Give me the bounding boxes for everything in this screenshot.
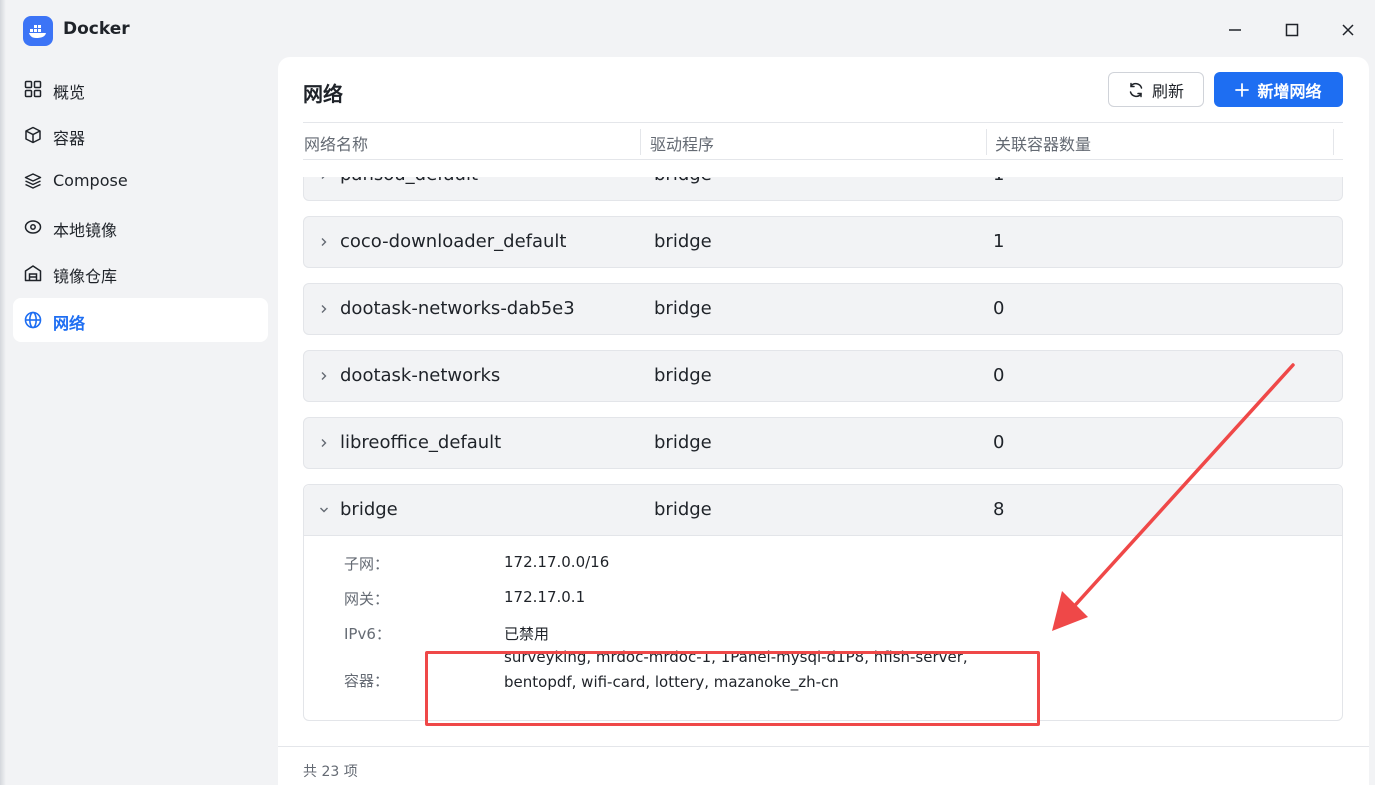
title-bar: Docker <box>0 0 1375 60</box>
network-container-count: 1 <box>993 231 1005 252</box>
sidebar-item-label: 容器 <box>53 129 86 148</box>
chevron-right-icon <box>316 234 332 250</box>
network-driver: bridge <box>654 231 712 252</box>
table-header: 网络名称 驱动程序 关联容器数量 <box>303 122 1343 160</box>
app-window: Docker 概览 容器 Compose 本地镜像 镜像仓库 网络 网络 刷新 … <box>0 0 1375 785</box>
network-driver: bridge <box>654 298 712 319</box>
close-button[interactable] <box>1336 18 1360 42</box>
network-name: dootask-networks-dab5e3 <box>340 298 575 319</box>
column-resize-handle[interactable] <box>986 129 987 155</box>
table-row[interactable]: dootask-networks-dab5e3 bridge 0 <box>303 283 1343 335</box>
sidebar-item-label: 概览 <box>53 83 86 102</box>
table-row[interactable]: dootask-networks bridge 0 <box>303 350 1343 402</box>
network-list: pansou_default bridge 1 coco-downloader_… <box>303 177 1343 722</box>
table-row[interactable]: pansou_default bridge 1 <box>303 177 1343 201</box>
refresh-button[interactable]: 刷新 <box>1108 72 1204 107</box>
network-container-count: 0 <box>993 298 1005 319</box>
ipv6-value: 已禁用 <box>504 625 550 643</box>
layers-icon <box>24 172 42 190</box>
subnet-value: 172.17.0.0/16 <box>504 553 610 571</box>
network-name: coco-downloader_default <box>340 231 567 252</box>
network-name: dootask-networks <box>340 365 501 386</box>
column-resize-handle[interactable] <box>640 129 641 155</box>
main-panel: 网络 刷新 新增网络 网络名称 驱动程序 关联容器数量 pansou_defau… <box>278 57 1369 785</box>
network-driver: bridge <box>654 499 712 520</box>
table-row[interactable]: coco-downloader_default bridge 1 <box>303 216 1343 268</box>
footer-divider <box>278 746 1369 747</box>
sidebar-item-label: 网络 <box>53 314 86 333</box>
network-container-count: 1 <box>993 177 1004 185</box>
sidebar-item-local-images[interactable]: 本地镜像 <box>13 205 268 249</box>
network-name: libreoffice_default <box>340 432 502 453</box>
subnet-label: 子网： <box>344 555 390 573</box>
window-edge <box>0 0 6 785</box>
expanded-network-panel: bridge bridge 8 子网： 172.17.0.0/16 网关： 17… <box>303 484 1343 721</box>
maximize-icon <box>1285 23 1299 37</box>
sidebar-item-label: 本地镜像 <box>53 221 118 240</box>
network-driver: bridge <box>654 177 712 185</box>
network-container-count: 8 <box>993 499 1005 520</box>
chevron-right-icon <box>316 177 332 183</box>
containers-value: surveyking, mrdoc-mrdoc-1, 1Panel-mysql-… <box>504 645 1004 695</box>
sidebar-item-label: 镜像仓库 <box>53 267 118 286</box>
network-name: pansou_default <box>340 177 478 185</box>
refresh-label: 刷新 <box>1151 81 1184 101</box>
column-resize-handle[interactable] <box>1333 129 1334 155</box>
app-title: Docker <box>63 19 130 39</box>
chevron-right-icon <box>316 435 332 451</box>
cube-icon <box>24 126 42 144</box>
page-title: 网络 <box>303 82 343 106</box>
total-count: 共 23 项 <box>303 764 358 780</box>
table-row[interactable]: libreoffice_default bridge 0 <box>303 417 1343 469</box>
sidebar-item-overview[interactable]: 概览 <box>13 67 268 111</box>
network-driver: bridge <box>654 365 712 386</box>
grid-icon <box>24 80 42 98</box>
ipv6-label: IPv6： <box>344 625 391 643</box>
refresh-icon <box>1129 82 1143 97</box>
chevron-down-icon <box>316 502 332 518</box>
column-header-driver: 驱动程序 <box>650 135 715 154</box>
network-container-count: 0 <box>993 365 1005 386</box>
maximize-button[interactable] <box>1280 18 1304 42</box>
sidebar-item-registry[interactable]: 镜像仓库 <box>13 251 268 295</box>
chevron-right-icon <box>316 301 332 317</box>
sidebar-item-containers[interactable]: 容器 <box>13 113 268 157</box>
disk-icon <box>24 218 42 236</box>
sidebar-item-label: Compose <box>53 171 128 190</box>
plus-icon <box>1235 82 1250 97</box>
network-container-count: 0 <box>993 432 1005 453</box>
containers-label: 容器： <box>344 672 390 690</box>
gateway-value: 172.17.0.1 <box>504 588 586 606</box>
warehouse-icon <box>24 264 42 282</box>
add-network-button[interactable]: 新增网络 <box>1214 72 1343 107</box>
table-row-expanded[interactable]: bridge bridge 8 <box>304 485 1342 536</box>
sidebar-item-compose[interactable]: Compose <box>13 159 268 203</box>
chevron-right-icon <box>316 368 332 384</box>
add-network-label: 新增网络 <box>1257 81 1322 101</box>
containers-line: bentopdf, wifi-card, lottery, mazanoke_z… <box>504 673 839 691</box>
minimize-button[interactable] <box>1223 18 1247 42</box>
gateway-label: 网关： <box>344 590 390 608</box>
docker-logo-icon <box>23 16 53 46</box>
column-header-count: 关联容器数量 <box>995 135 1092 154</box>
network-name: bridge <box>340 499 398 520</box>
close-icon <box>1342 24 1354 36</box>
column-header-name: 网络名称 <box>304 135 369 154</box>
network-driver: bridge <box>654 432 712 453</box>
minimize-icon <box>1229 29 1241 31</box>
containers-line: surveyking, mrdoc-mrdoc-1, 1Panel-mysql-… <box>504 648 968 666</box>
sidebar-item-network[interactable]: 网络 <box>13 298 268 342</box>
globe-icon <box>24 311 42 329</box>
